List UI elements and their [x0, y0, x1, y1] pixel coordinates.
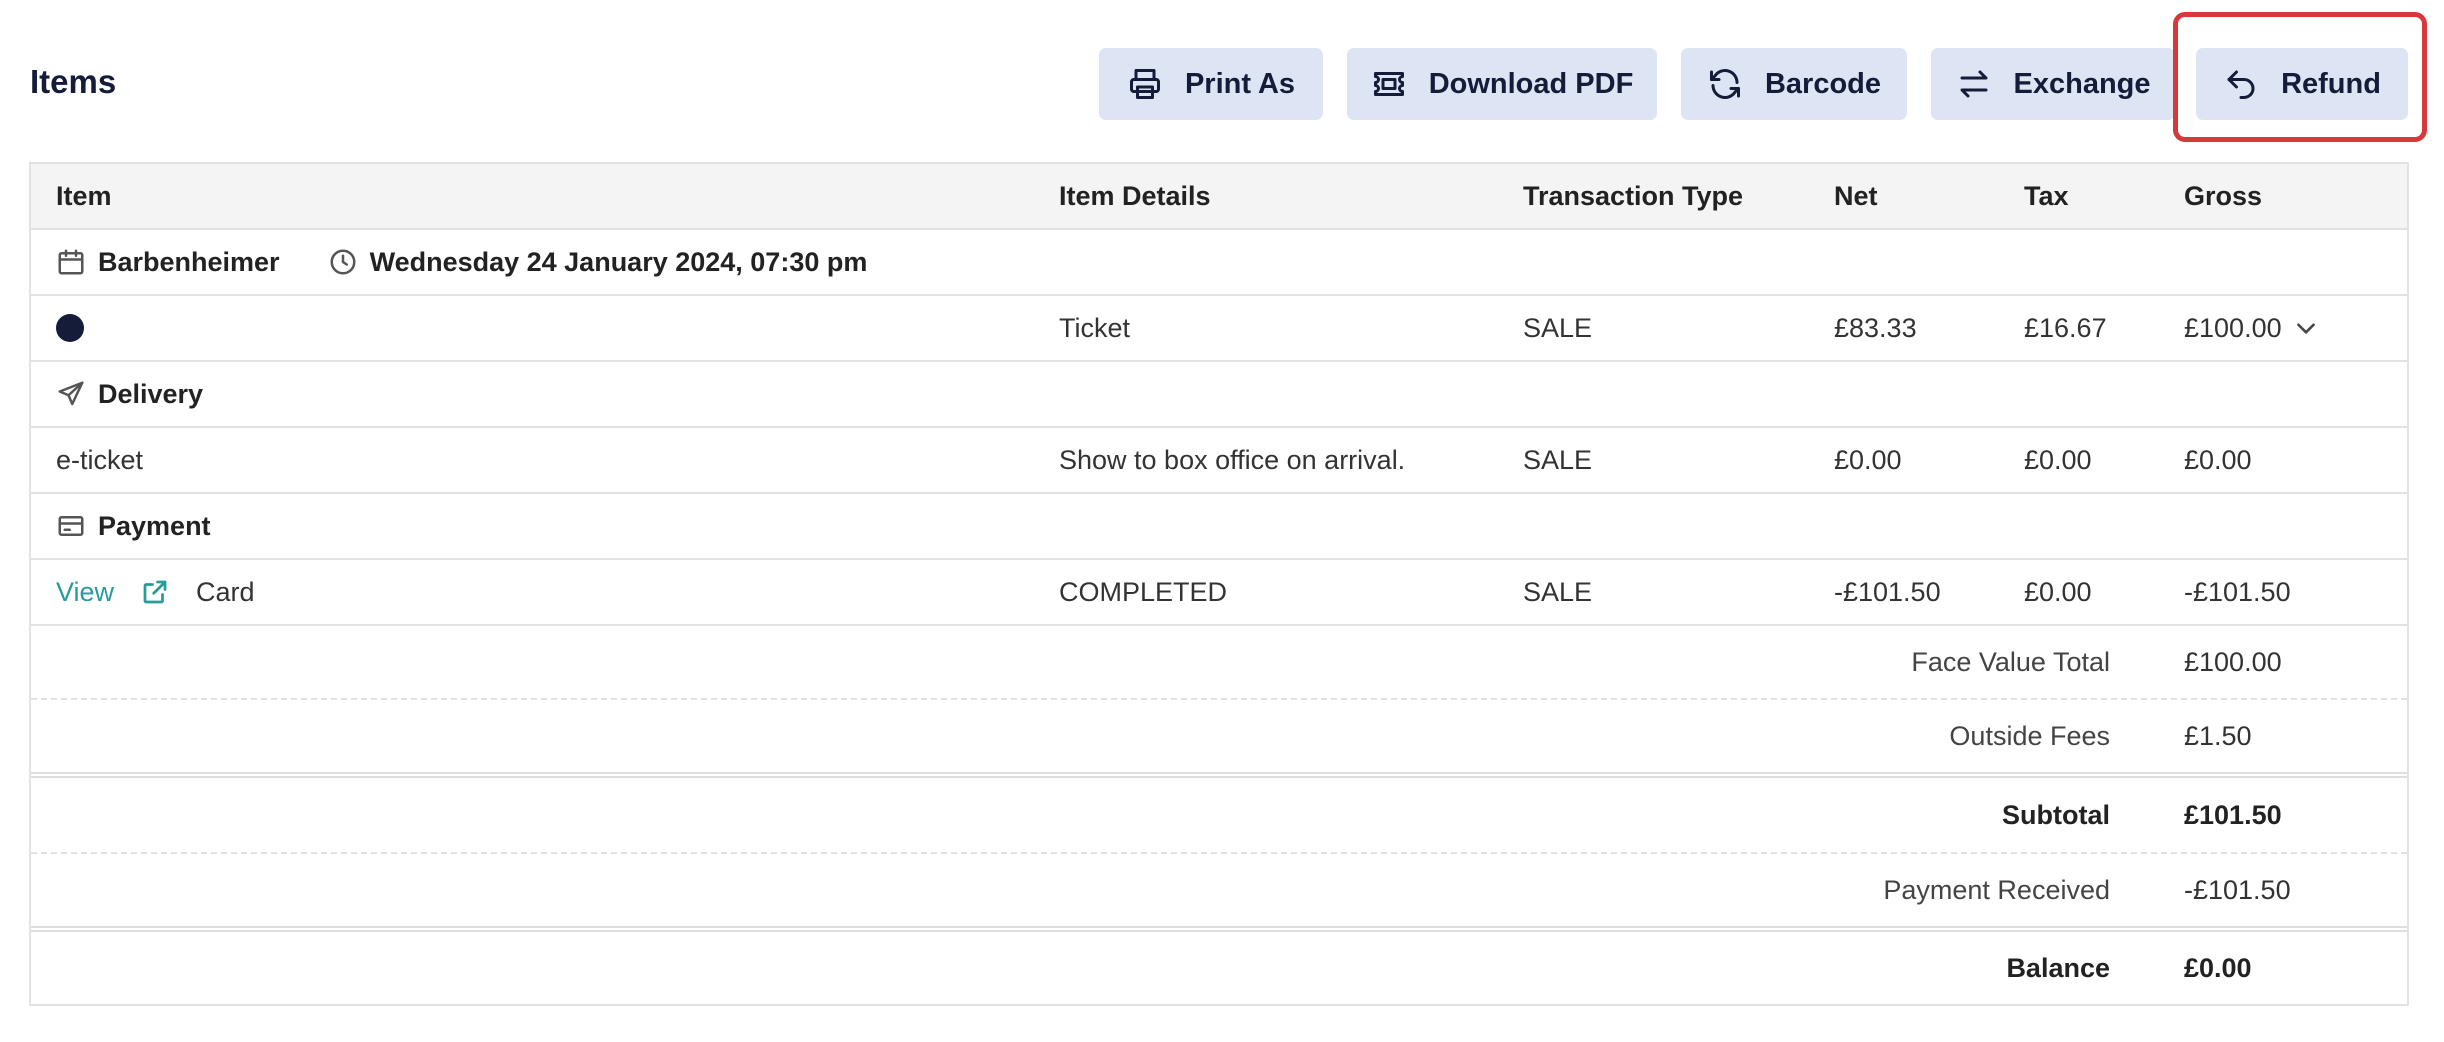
print-as-label: Print As	[1184, 67, 1296, 100]
download-pdf-label: Download PDF	[1428, 67, 1634, 100]
payment-received-row: Payment Received -£101.50	[31, 854, 2407, 932]
external-link-icon[interactable]	[140, 577, 170, 607]
delivery-section-row: Delivery	[31, 362, 2407, 428]
exchange-arrows-icon	[1960, 70, 1987, 98]
payment-section-row: Payment	[31, 494, 2407, 560]
subtotal-label: Subtotal	[2002, 799, 2110, 830]
calendar-icon	[58, 249, 84, 275]
header-net: Net	[1834, 180, 1878, 211]
ticket-tax: £16.67	[2024, 312, 2107, 343]
payment-section-title: Payment	[98, 510, 211, 541]
outside-fees-value: £1.50	[2184, 720, 2252, 751]
ticket-details: Ticket	[1059, 312, 1131, 343]
clock-icon	[330, 249, 356, 275]
table-row: Ticket SALE £83.33 £16.67 £100.00	[31, 296, 2407, 362]
page-title: Items	[30, 63, 117, 100]
send-icon	[58, 381, 84, 406]
delivery-item: e-ticket	[56, 444, 144, 475]
event-section-row: Barbenheimer Wednesday 24 January 2024, …	[31, 230, 2407, 296]
ticket-net: £83.33	[1834, 312, 1917, 343]
delivery-net: £0.00	[1834, 444, 1902, 475]
refresh-icon	[1709, 69, 1740, 99]
seat-color-dot	[56, 314, 84, 342]
refund-label: Refund	[2281, 67, 2381, 100]
delivery-tax: £0.00	[2024, 444, 2092, 475]
exchange-button[interactable]: Exchange	[1931, 48, 2175, 120]
payment-status: COMPLETED	[1059, 576, 1228, 607]
table-header-row: Item Item Details Transaction Type Net T…	[31, 164, 2407, 230]
payment-type: SALE	[1523, 576, 1593, 607]
ticket-gross: £100.00	[2184, 312, 2282, 343]
balance-value: £0.00	[2184, 952, 2252, 983]
ticket-icon	[1373, 72, 1404, 96]
face-value-total-row: Face Value Total £100.00	[31, 626, 2407, 700]
payment-gross: -£101.50	[2184, 576, 2291, 607]
balance-label: Balance	[2006, 952, 2110, 983]
face-value-total-value: £100.00	[2184, 646, 2282, 677]
table-row: View Card COMPLETED SALE -£101.50 £0.00 …	[31, 560, 2407, 626]
event-datetime: Wednesday 24 January 2024, 07:30 pm	[369, 246, 868, 277]
barcode-label: Barcode	[1764, 67, 1882, 100]
subtotal-value: £101.50	[2184, 799, 2282, 830]
print-as-button[interactable]: Print As	[1099, 48, 1323, 120]
expand-row-toggle[interactable]	[2293, 296, 2319, 360]
undo-arrow-icon	[2227, 70, 2255, 99]
delivery-gross: £0.00	[2184, 444, 2252, 475]
delivery-details: Show to box office on arrival.	[1059, 444, 1406, 475]
view-payment-link[interactable]: View	[56, 577, 114, 608]
download-pdf-button[interactable]: Download PDF	[1347, 48, 1657, 120]
face-value-total-label: Face Value Total	[1911, 646, 2110, 677]
payment-tax: £0.00	[2024, 576, 2092, 607]
payment-net: -£101.50	[1834, 576, 1941, 607]
header-transaction-type: Transaction Type	[1523, 180, 1744, 211]
delivery-type: SALE	[1523, 444, 1593, 475]
header-item: Item	[56, 180, 112, 211]
exchange-label: Exchange	[2013, 67, 2151, 100]
payment-received-value: -£101.50	[2184, 874, 2291, 905]
delivery-section-title: Delivery	[98, 378, 204, 409]
outside-fees-row: Outside Fees £1.50	[31, 700, 2407, 778]
items-table: Item Item Details Transaction Type Net T…	[29, 162, 2409, 1006]
payment-method: Card	[196, 576, 255, 607]
printer-icon	[1129, 69, 1160, 99]
table-row: e-ticket Show to box office on arrival. …	[31, 428, 2407, 494]
header-gross: Gross	[2184, 180, 2263, 211]
balance-row: Balance £0.00	[31, 932, 2407, 1004]
credit-card-icon	[58, 516, 84, 536]
barcode-button[interactable]: Barcode	[1681, 48, 1907, 120]
refund-button[interactable]: Refund	[2196, 48, 2408, 120]
event-name: Barbenheimer	[98, 246, 280, 277]
subtotal-row: Subtotal £101.50	[31, 778, 2407, 854]
header-tax: Tax	[2024, 180, 2069, 211]
chevron-down-icon	[2297, 323, 2315, 334]
outside-fees-label: Outside Fees	[1949, 720, 2110, 751]
event-info: Barbenheimer Wednesday 24 January 2024, …	[56, 230, 867, 294]
payment-received-label: Payment Received	[1883, 874, 2110, 905]
header-item-details: Item Details	[1059, 180, 1211, 211]
ticket-type: SALE	[1523, 312, 1593, 343]
